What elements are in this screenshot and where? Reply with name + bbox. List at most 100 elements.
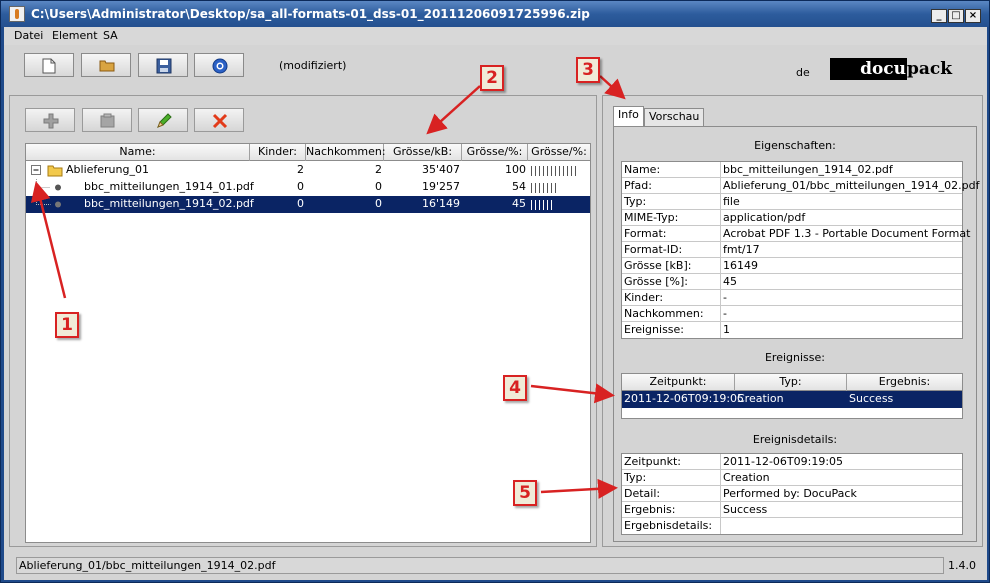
save-button[interactable] <box>138 53 188 77</box>
folder-open-icon <box>47 165 63 177</box>
detail-row[interactable]: Zeitpunkt: 2011-12-06T09:19:05 <box>622 454 962 470</box>
events-table: Zeitpunkt: Typ: Ergebnis: 2011-12-06T09:… <box>621 373 963 419</box>
size-bar <box>531 200 553 210</box>
property-value: 45 <box>723 275 737 288</box>
details-title: Ereignisdetails: <box>752 433 838 446</box>
java-app-icon <box>9 6 25 22</box>
status-path: Ablieferung_01/bbc_mitteilungen_1914_02.… <box>16 557 944 574</box>
menu-bar: Datei Element SA <box>4 27 987 45</box>
row-name: bbc_mitteilungen_1914_02.pdf <box>84 197 254 210</box>
row-kinder: 0 <box>297 197 304 210</box>
col-groesse-pct[interactable]: Grösse/%: <box>462 144 528 161</box>
detail-row[interactable]: Typ: Creation <box>622 470 962 486</box>
docupack-logo: docu pack <box>830 58 954 80</box>
add-icon <box>43 113 59 129</box>
table-header: Name: Kinder: Nachkommen: Grösse/kB: Grö… <box>26 144 590 161</box>
close-button[interactable]: × <box>965 9 981 23</box>
row-groesse-kb: 19'257 <box>421 180 460 193</box>
col-typ[interactable]: Typ: <box>735 374 847 391</box>
new-button[interactable] <box>24 53 74 77</box>
property-row[interactable]: Nachkommen: - <box>622 306 962 322</box>
edit-element-button[interactable] <box>138 108 188 132</box>
col-kinder[interactable]: Kinder: <box>250 144 306 161</box>
event-details-table: Zeitpunkt: 2011-12-06T09:19:05 Typ: Creati… <box>621 453 963 535</box>
detail-value: Performed by: DocuPack <box>723 487 857 500</box>
detail-key: Ergebnis: <box>624 503 676 516</box>
folder-icon <box>100 113 115 128</box>
callout-3: 3 <box>576 57 600 83</box>
property-row[interactable]: Name: bbc_mitteilungen_1914_02.pdf <box>622 162 962 178</box>
row-nachkommen: 0 <box>375 180 382 193</box>
property-row[interactable]: Pfad: Ablieferung_01/bbc_mitteilungen_191… <box>622 178 979 194</box>
table-row-selected[interactable]: bbc_mitteilungen_1914_02.pdf 0 0 16'149 … <box>26 196 590 213</box>
property-value: file <box>723 195 740 208</box>
minimize-button[interactable]: _ <box>931 9 947 23</box>
row-kinder: 0 <box>297 180 304 193</box>
tree-line <box>36 179 61 196</box>
delete-icon <box>212 113 228 129</box>
tab-info[interactable]: Info <box>613 106 644 127</box>
menu-sa[interactable]: SA <box>103 29 118 42</box>
size-bar <box>531 183 557 193</box>
property-row[interactable]: Format-ID: fmt/17 <box>622 242 962 258</box>
properties-table: Name: bbc_mitteilungen_1914_02.pdf Pfad: A… <box>621 161 979 339</box>
property-key: Pfad: <box>624 179 652 192</box>
menu-datei[interactable]: Datei <box>14 29 43 42</box>
detail-row[interactable]: Ergebnis: Success <box>622 502 962 518</box>
add-element-button[interactable] <box>25 108 75 132</box>
property-key: Kinder: <box>624 291 664 304</box>
version-label: 1.4.0 <box>948 559 976 572</box>
row-groesse-kb: 16'149 <box>421 197 460 210</box>
callout-4: 4 <box>503 375 527 401</box>
edit-pencil-icon <box>157 113 172 128</box>
menu-element[interactable]: Element <box>52 29 98 42</box>
col-zeitpunkt[interactable]: Zeitpunkt: <box>622 374 735 391</box>
col-groesse-bar[interactable]: Grösse/%: <box>528 144 590 161</box>
property-row[interactable]: Typ: file <box>622 194 962 210</box>
collapse-toggle-icon[interactable] <box>31 165 42 176</box>
row-groesse-kb: 35'407 <box>421 163 460 176</box>
table-row[interactable]: Ablieferung_01 2 2 35'407 100 <box>26 162 590 179</box>
callout-2: 2 <box>480 65 504 91</box>
save-icon <box>156 58 172 74</box>
submit-button[interactable] <box>194 53 244 77</box>
language-indicator[interactable]: de <box>796 66 810 79</box>
submit-icon <box>212 58 228 74</box>
property-row[interactable]: MIME-Typ: application/pdf <box>622 210 962 226</box>
property-row[interactable]: Kinder: - <box>622 290 962 306</box>
logo-light-part: pack <box>907 59 953 79</box>
detail-key: Detail: <box>624 487 661 500</box>
property-row[interactable]: Grösse [kB]: 16149 <box>622 258 962 274</box>
property-key: MIME-Typ: <box>624 211 679 224</box>
col-nachkommen[interactable]: Nachkommen: <box>306 144 386 161</box>
property-key: Format-ID: <box>624 243 683 256</box>
maximize-button[interactable]: □ <box>948 9 964 23</box>
event-row-selected[interactable]: 2011-12-06T09:19:05 Creation Success <box>622 391 962 408</box>
event-typ: Creation <box>737 392 784 405</box>
row-groesse-pct: 54 <box>512 180 526 193</box>
col-name[interactable]: Name: <box>26 144 250 161</box>
property-value: application/pdf <box>723 211 806 224</box>
property-row[interactable]: Grösse [%]: 45 <box>622 274 962 290</box>
col-groesse-kb[interactable]: Grösse/kB: <box>384 144 462 161</box>
col-ergebnis[interactable]: Ergebnis: <box>847 374 962 391</box>
property-row[interactable]: Ereignisse: 1 <box>622 322 962 338</box>
row-nachkommen: 2 <box>375 163 382 176</box>
client-area: Datei Element SA (modifiziert) de docu p… <box>4 27 987 580</box>
callout-1: 1 <box>55 312 79 338</box>
detail-row[interactable]: Detail: Performed by: DocuPack <box>622 486 962 502</box>
detail-value: Success <box>723 503 768 516</box>
property-value: 16149 <box>723 259 758 272</box>
tab-vorschau[interactable]: Vorschau <box>644 108 705 126</box>
table-row[interactable]: bbc_mitteilungen_1914_01.pdf 0 0 19'257 … <box>26 179 590 196</box>
delete-element-button[interactable] <box>194 108 244 132</box>
detail-key: Typ: <box>624 471 647 484</box>
detail-row[interactable]: Ergebnisdetails: <box>622 518 962 534</box>
open-button[interactable] <box>81 53 131 77</box>
row-name: bbc_mitteilungen_1914_01.pdf <box>84 180 254 193</box>
title-bar: C:\Users\Administrator\Desktop/sa_all-fo… <box>1 1 989 27</box>
add-folder-button[interactable] <box>82 108 132 132</box>
status-bar: Ablieferung_01/bbc_mitteilungen_1914_02.… <box>4 553 987 575</box>
property-row[interactable]: Format: Acrobat PDF 1.3 - Portable Docume… <box>622 226 970 242</box>
property-key: Nachkommen: <box>624 307 704 320</box>
